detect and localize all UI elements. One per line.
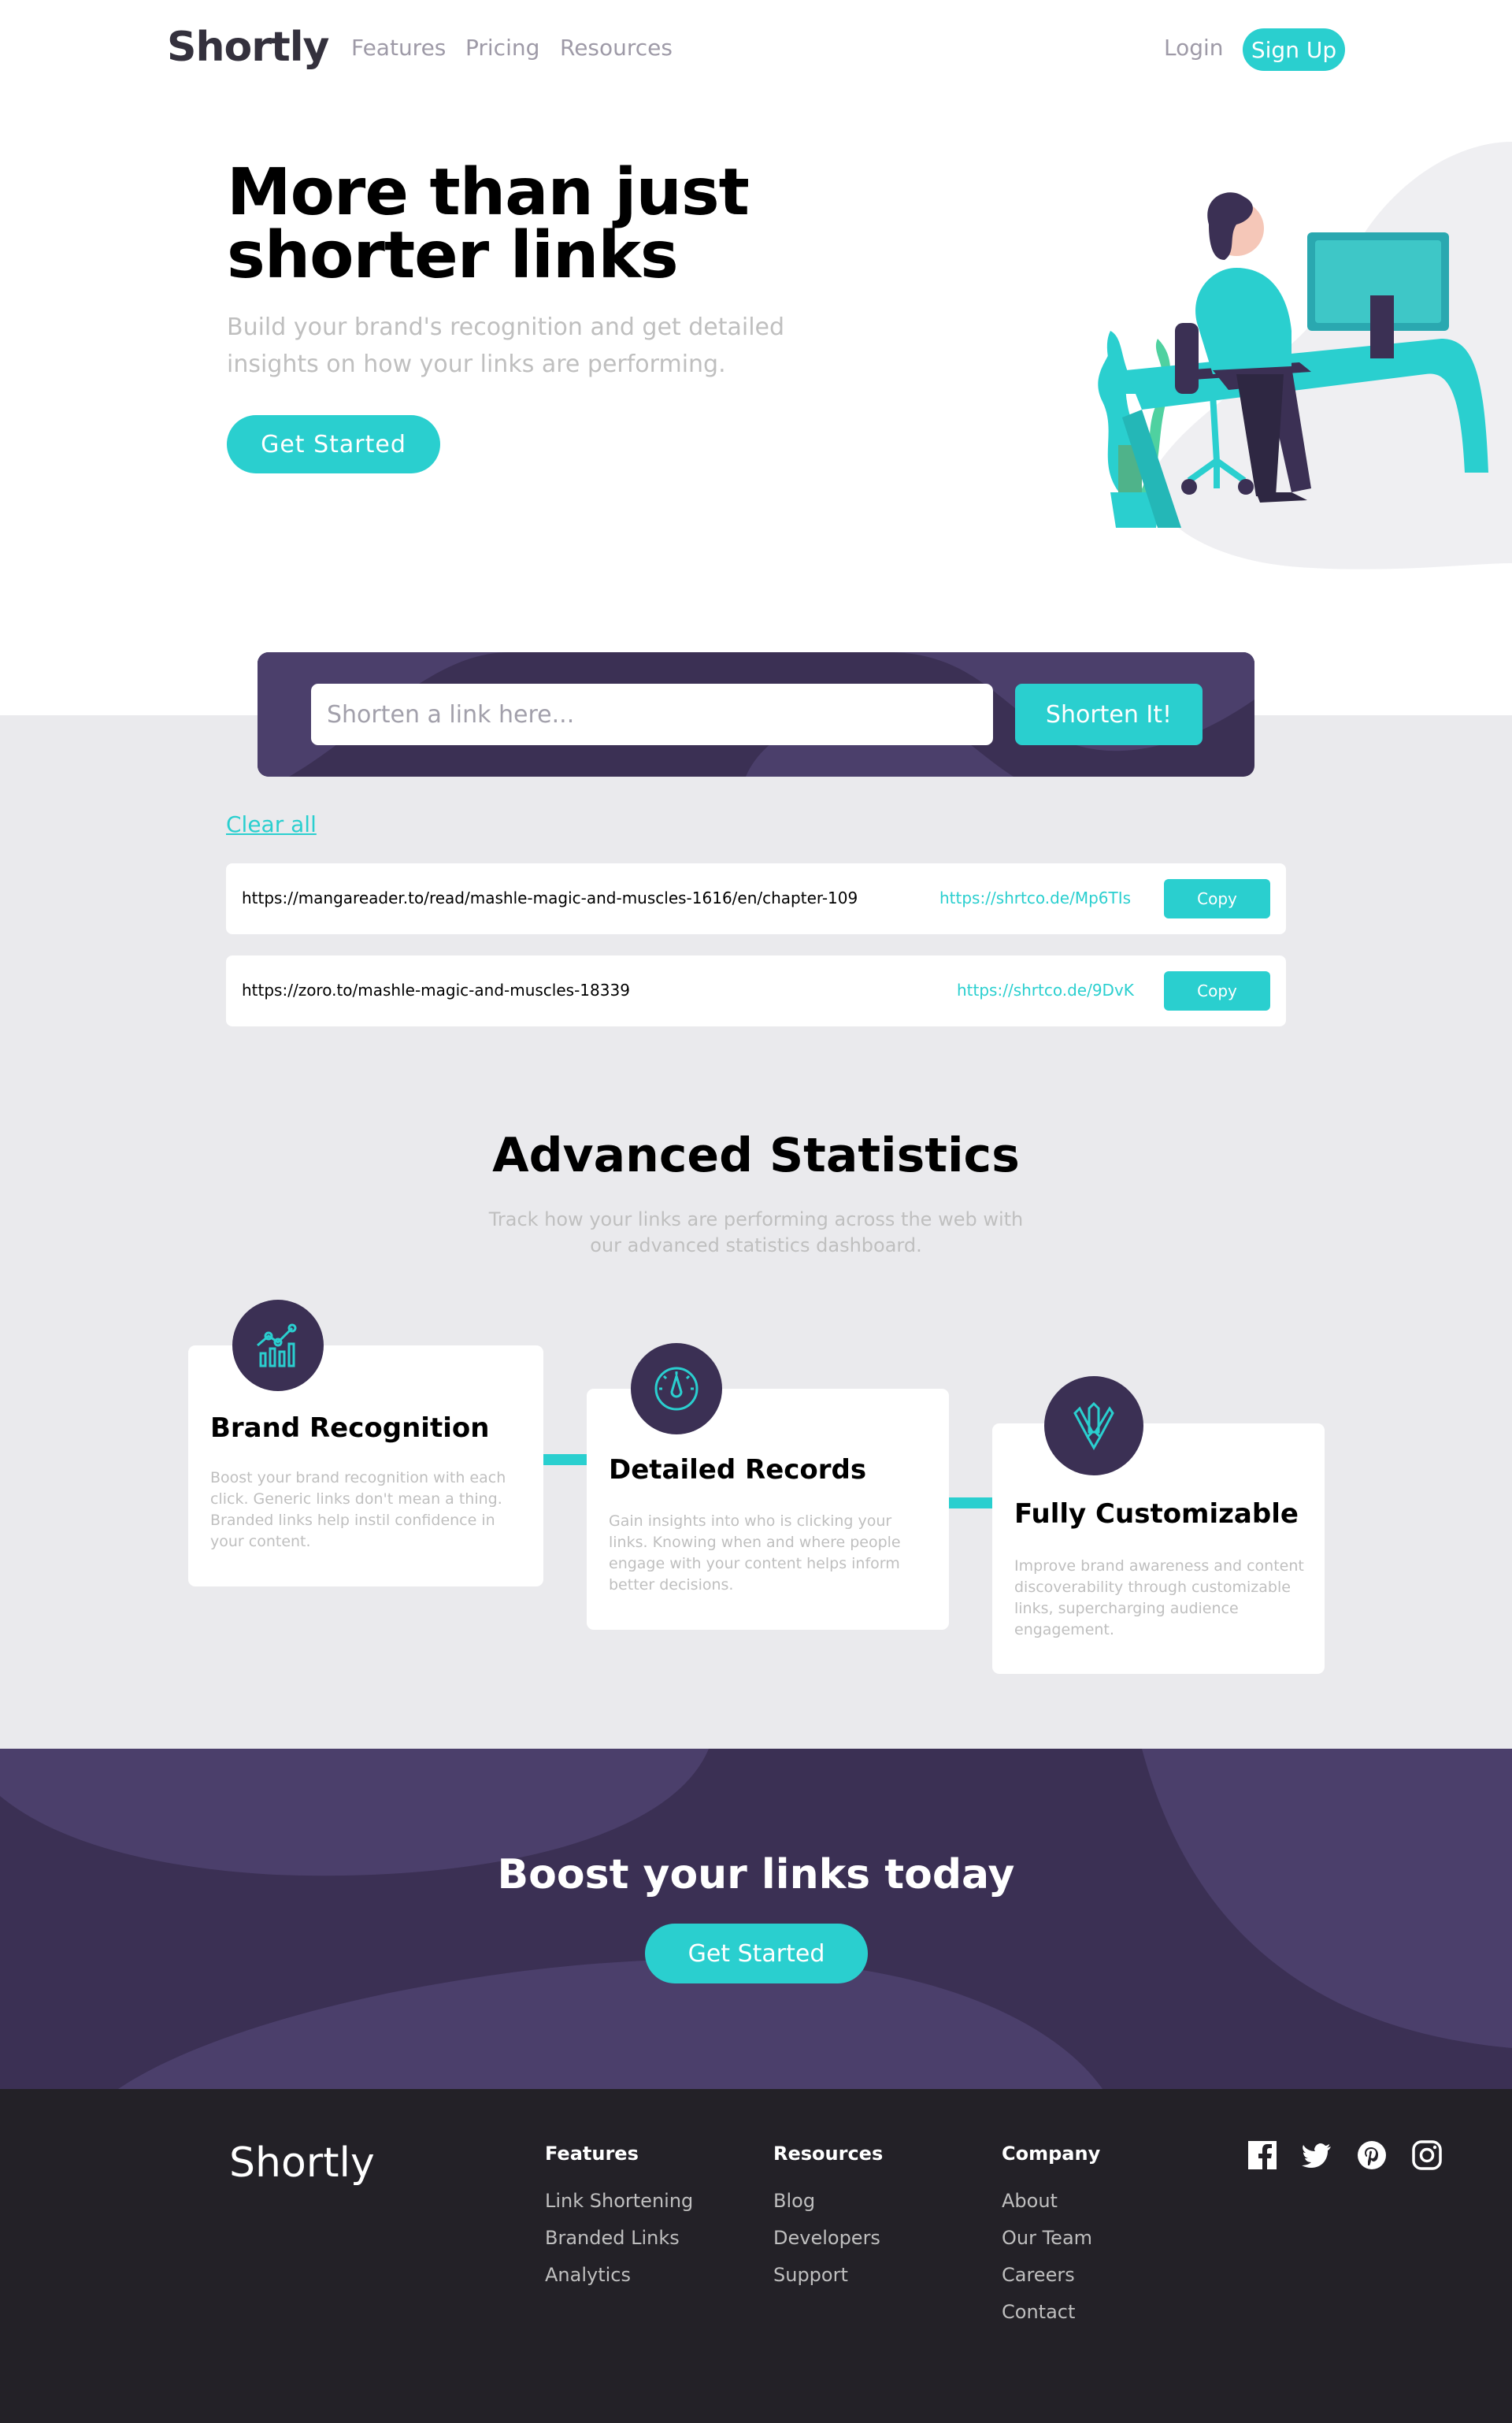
card-title: Brand Recognition — [210, 1412, 490, 1444]
card-text: Gain insights into who is clicking your … — [609, 1512, 901, 1594]
instagram-icon[interactable] — [1411, 2139, 1443, 2171]
card-text: Improve brand awareness and content disc… — [1014, 1557, 1304, 1638]
card-connector — [949, 1497, 992, 1508]
pinterest-icon[interactable] — [1356, 2139, 1388, 2171]
footer-link-our-team[interactable]: Our Team — [1002, 2227, 1100, 2264]
footer-column-company: Company About Our Team Careers Contact — [1002, 2143, 1100, 2338]
nav-link-resources[interactable]: Resources — [560, 35, 673, 61]
result-short-url[interactable]: https://shrtco.de/Mp6TIs — [939, 889, 1131, 907]
footer-link-support[interactable]: Support — [773, 2264, 883, 2301]
card-title: Fully Customizable — [1014, 1498, 1299, 1530]
result-short-url[interactable]: https://shrtco.de/9DvK — [957, 981, 1134, 1000]
clear-all-link[interactable]: Clear all — [226, 811, 317, 837]
copy-button[interactable]: Copy — [1164, 971, 1270, 1011]
hero-subtitle: Build your brand's recognition and get d… — [227, 314, 785, 378]
shorten-it-button[interactable]: Shorten It! — [1015, 684, 1203, 745]
footer-link-contact[interactable]: Contact — [1002, 2301, 1100, 2338]
facebook-icon[interactable] — [1247, 2139, 1278, 2171]
boost-bg-pattern — [0, 1749, 1512, 2089]
footer-column-title: Resources — [773, 2143, 884, 2165]
nav-link-features[interactable]: Features — [351, 35, 446, 61]
footer-link-blog[interactable]: Blog — [773, 2190, 883, 2227]
footer-link-analytics[interactable]: Analytics — [545, 2264, 693, 2301]
hero-get-started-button[interactable]: Get Started — [227, 415, 440, 473]
result-long-url: https://zoro.to/mashle-magic-and-muscles… — [242, 981, 630, 1000]
tools-icon — [1044, 1376, 1143, 1475]
gauge-icon — [631, 1343, 722, 1434]
shorten-form: Shorten It! — [258, 652, 1254, 777]
footer-column-features: Features Link Shortening Branded Links A… — [545, 2143, 693, 2301]
login-link[interactable]: Login — [1164, 35, 1224, 61]
footer-link-about[interactable]: About — [1002, 2190, 1100, 2227]
footer-logo[interactable]: Shortly — [229, 2139, 375, 2187]
boost-title: Boost your links today — [497, 1851, 1015, 1898]
boost-section: Boost your links today Get Started — [0, 1749, 1512, 2089]
footer-link-branded-links[interactable]: Branded Links — [545, 2227, 693, 2264]
boost-get-started-button[interactable]: Get Started — [645, 1924, 868, 1983]
footer-link-link-shortening[interactable]: Link Shortening — [545, 2190, 693, 2227]
card-title: Detailed Records — [609, 1454, 867, 1486]
chart-icon — [232, 1300, 324, 1391]
feature-card-fully-customizable: Fully Customizable Improve brand awarene… — [992, 1423, 1325, 1674]
footer-link-careers[interactable]: Careers — [1002, 2264, 1100, 2301]
card-text: Boost your brand recognition with each c… — [210, 1469, 506, 1550]
footer-column-resources: Resources Blog Developers Support — [773, 2143, 883, 2301]
statistics-subtitle: Track how your links are performing acro… — [488, 1208, 1024, 1256]
result-row: https://mangareader.to/read/mashle-magic… — [226, 863, 1286, 934]
working-person-illustration — [1098, 142, 1512, 570]
top-navbar: Shortly Features Pricing Resources Login… — [0, 0, 1512, 102]
feature-card-brand-recognition: Brand Recognition Boost your brand recog… — [188, 1345, 543, 1586]
footer-link-developers[interactable]: Developers — [773, 2227, 883, 2264]
statistics-title: Advanced Statistics — [492, 1128, 1020, 1183]
shorten-url-input[interactable] — [311, 684, 993, 745]
twitter-icon[interactable] — [1301, 2139, 1332, 2171]
signup-button[interactable]: Sign Up — [1243, 28, 1345, 71]
feature-card-detailed-records: Detailed Records Gain insights into who … — [587, 1389, 949, 1630]
result-long-url: https://mangareader.to/read/mashle-magic… — [242, 889, 858, 907]
result-row: https://zoro.to/mashle-magic-and-muscles… — [226, 955, 1286, 1026]
footer: Shortly Features Link Shortening Branded… — [0, 2089, 1512, 2423]
logo[interactable]: Shortly — [167, 24, 329, 71]
nav-link-pricing[interactable]: Pricing — [465, 35, 539, 61]
card-connector — [543, 1454, 587, 1465]
copy-button[interactable]: Copy — [1164, 879, 1270, 918]
footer-column-title: Company — [1002, 2143, 1101, 2165]
footer-column-title: Features — [545, 2143, 639, 2165]
hero-title: More than just shorter links — [227, 161, 825, 288]
hero-title-line2: shorter links — [227, 218, 679, 293]
